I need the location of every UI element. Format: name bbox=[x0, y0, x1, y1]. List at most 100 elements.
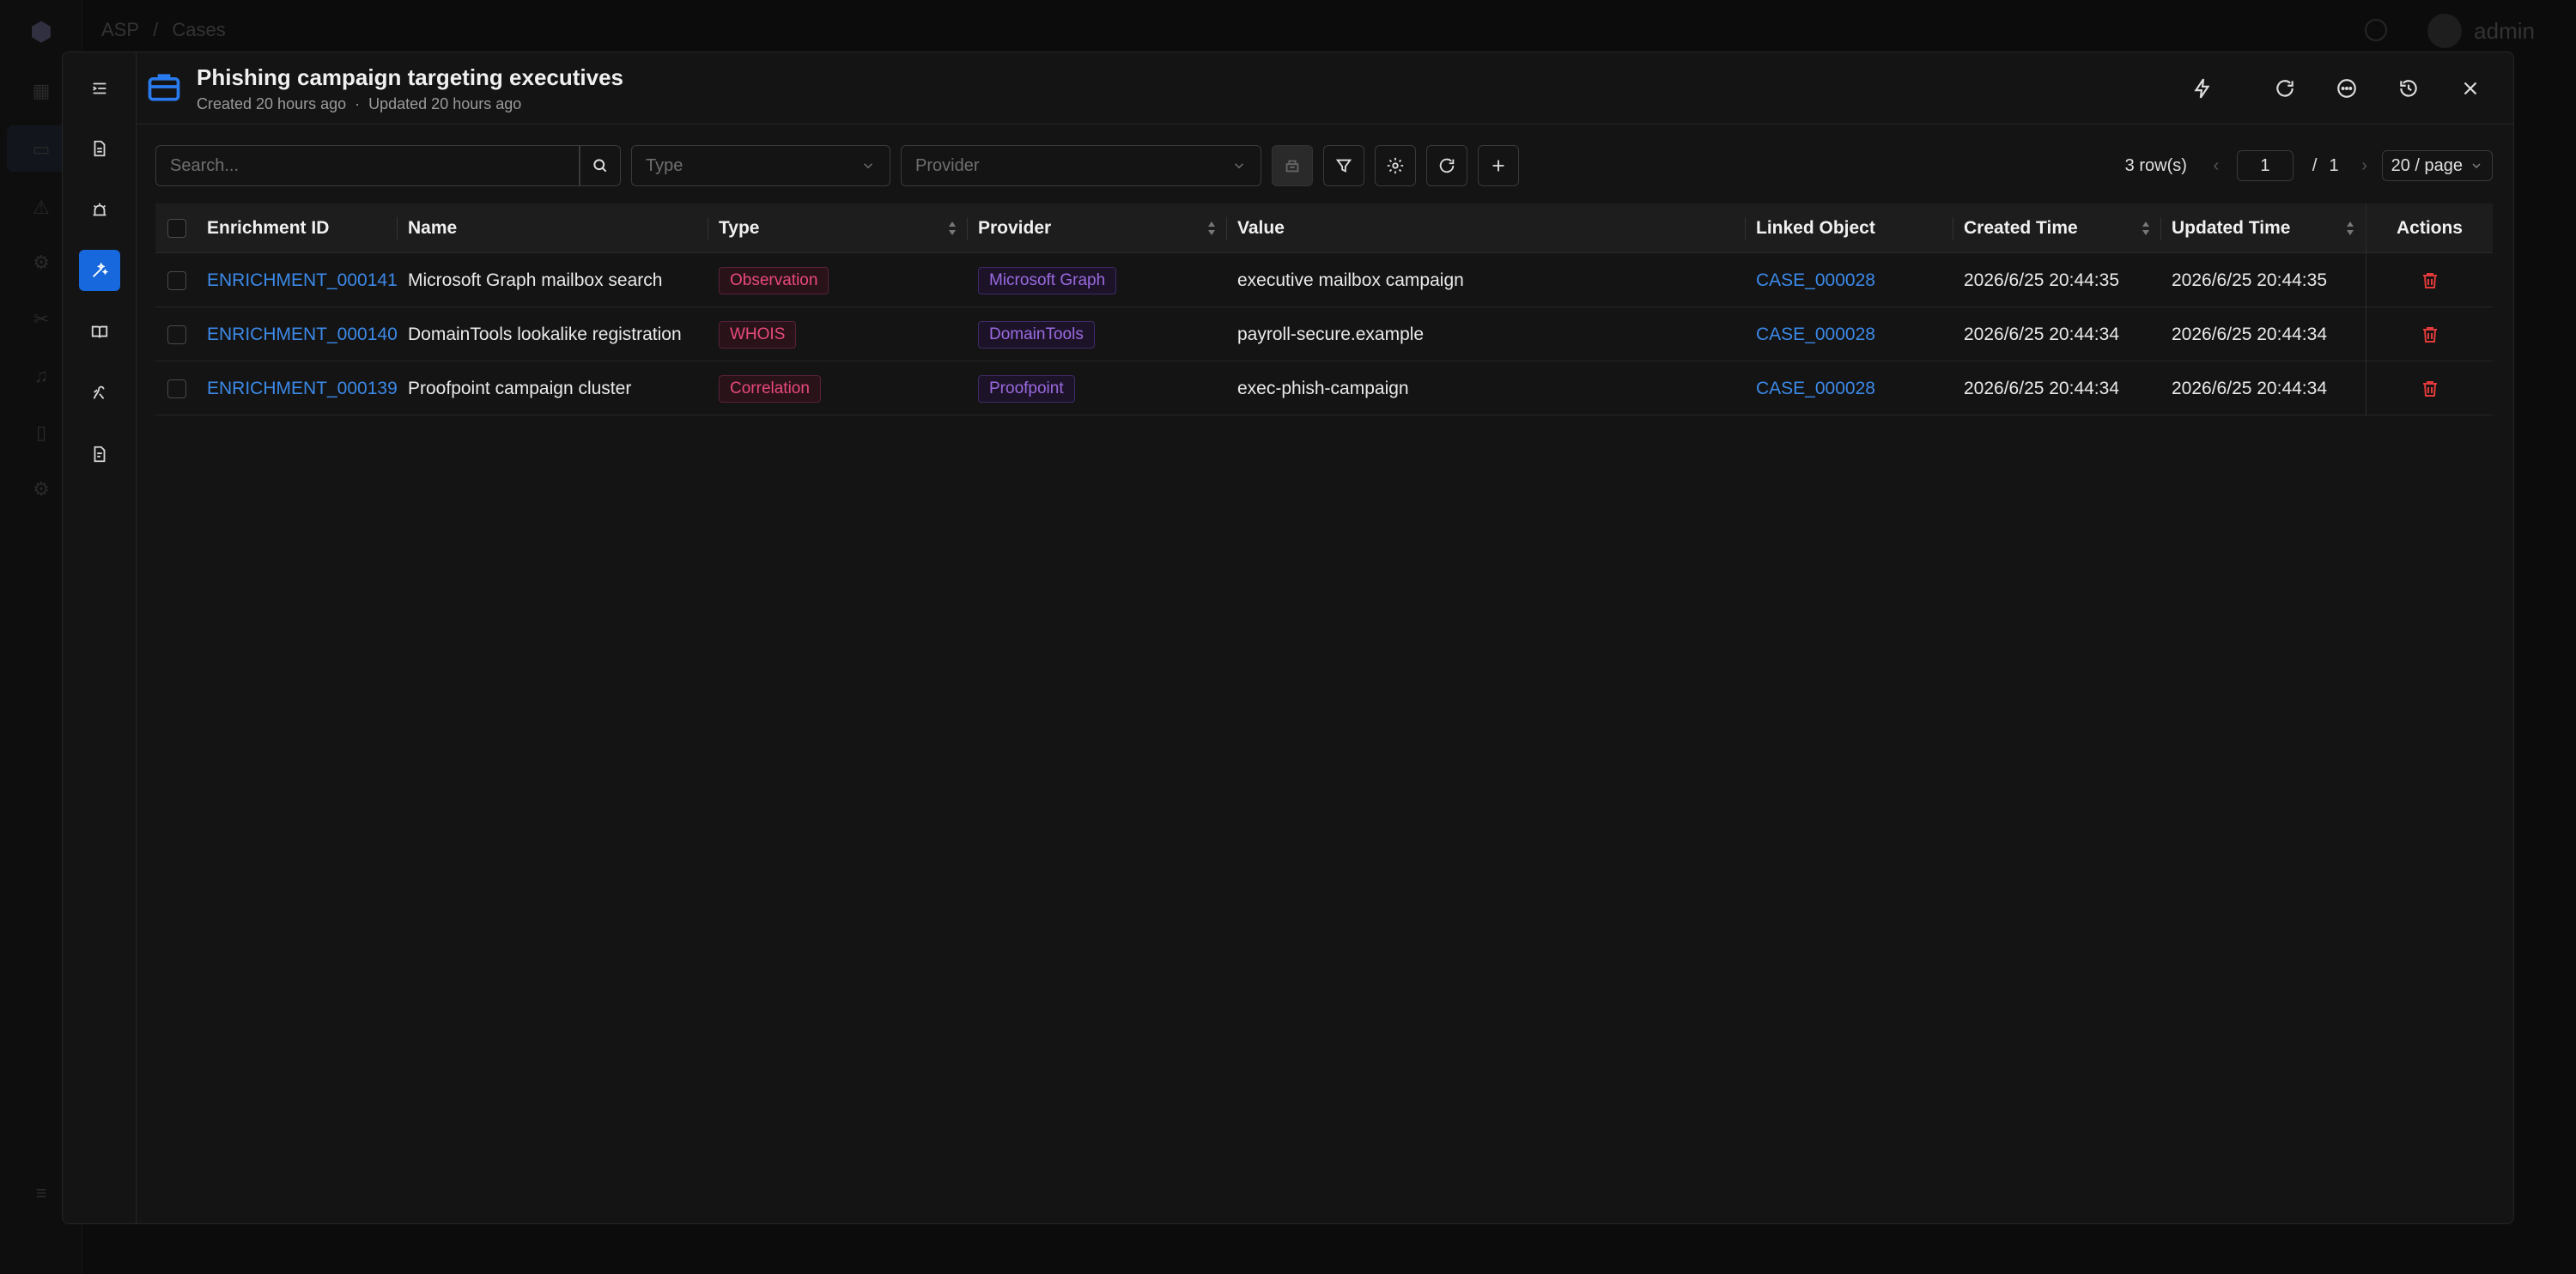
created-time: 2026/6/25 20:44:34 bbox=[1964, 378, 2120, 398]
collapse-menu-icon[interactable] bbox=[79, 68, 120, 109]
username: admin bbox=[2474, 17, 2535, 44]
briefcase-icon bbox=[145, 68, 183, 106]
provider-select-placeholder: Provider bbox=[915, 155, 980, 175]
search-input[interactable] bbox=[156, 146, 579, 185]
delete-icon[interactable] bbox=[2420, 270, 2440, 291]
reload-button[interactable] bbox=[1426, 145, 1467, 186]
alerts-icon: ⚠ bbox=[33, 197, 50, 218]
app-logo-icon: ⬢ bbox=[29, 18, 53, 46]
page-size-select[interactable]: 20 / page bbox=[2381, 150, 2493, 181]
breadcrumb-current: Cases bbox=[172, 19, 226, 40]
clear-filters-button[interactable] bbox=[1272, 145, 1313, 186]
cases-icon: ▭ bbox=[32, 138, 51, 160]
delete-icon[interactable] bbox=[2420, 379, 2440, 399]
sort-icon[interactable] bbox=[2345, 220, 2355, 237]
add-button[interactable] bbox=[1478, 145, 1519, 186]
enrichment-value: executive mailbox campaign bbox=[1237, 270, 1464, 290]
linked-object-link[interactable]: CASE_000028 bbox=[1756, 379, 1875, 399]
created-time: 2026/6/25 20:44:35 bbox=[1964, 270, 2120, 290]
history-icon[interactable] bbox=[2388, 70, 2429, 107]
enrichment-id-link[interactable]: ENRICHMENT_000141 bbox=[207, 270, 398, 291]
book-icon[interactable] bbox=[79, 312, 120, 353]
chevron-left-icon[interactable]: ‹ bbox=[2208, 156, 2225, 176]
sort-icon[interactable] bbox=[1206, 220, 1217, 237]
breadcrumb-separator: / bbox=[153, 19, 159, 40]
column-label: Type bbox=[719, 218, 760, 238]
row-count: 3 row(s) bbox=[2124, 155, 2187, 175]
alert-icon[interactable] bbox=[79, 190, 120, 231]
sort-icon[interactable] bbox=[2141, 220, 2151, 237]
pagination: 3 row(s) ‹ 1 / 1 › 20 / page bbox=[2125, 145, 2493, 186]
header-select-all[interactable] bbox=[155, 203, 197, 253]
row-checkbox[interactable] bbox=[167, 379, 186, 398]
refresh-icon[interactable] bbox=[2264, 70, 2306, 107]
enrichment-id-link[interactable]: ENRICHMENT_000140 bbox=[207, 325, 398, 345]
row-select[interactable] bbox=[155, 307, 197, 361]
sort-icon[interactable] bbox=[947, 220, 957, 237]
column-enrichment-id: Enrichment ID bbox=[197, 203, 398, 253]
case-modal: Phishing campaign targeting executives C… bbox=[62, 52, 2514, 1224]
type-select[interactable]: Type bbox=[631, 145, 890, 186]
bell-icon: ♫ bbox=[33, 365, 49, 386]
chat-icon[interactable] bbox=[2326, 70, 2367, 107]
gear-icon bbox=[1387, 157, 1404, 174]
enrichment-table: Enrichment ID Name Type Provider Value L… bbox=[155, 203, 2493, 416]
tools-icon: ✂ bbox=[33, 308, 50, 330]
enrichment-icon[interactable] bbox=[79, 250, 120, 291]
meta-separator: · bbox=[355, 95, 361, 112]
column-created-time[interactable]: Created Time bbox=[1953, 203, 2161, 253]
page-separator: / bbox=[2312, 155, 2318, 175]
type-tag: Correlation bbox=[719, 374, 821, 403]
filter-button[interactable] bbox=[1323, 145, 1364, 186]
search-button[interactable] bbox=[580, 145, 621, 186]
updated-time: 2026/6/25 20:44:34 bbox=[2172, 324, 2328, 344]
enrichment-name: DomainTools lookalike registration bbox=[408, 324, 682, 344]
row-checkbox[interactable] bbox=[167, 270, 186, 290]
provider-tag: Microsoft Graph bbox=[978, 266, 1117, 294]
help-icon bbox=[2365, 19, 2387, 41]
row-actions bbox=[2366, 361, 2493, 416]
enrichment-value: exec-phish-campaign bbox=[1237, 378, 1409, 398]
row-select[interactable] bbox=[155, 253, 197, 307]
created-text: Created 20 hours ago bbox=[197, 95, 347, 112]
linked-object-link[interactable]: CASE_000028 bbox=[1756, 270, 1875, 291]
column-updated-time[interactable]: Updated Time bbox=[2161, 203, 2366, 253]
table-row: ENRICHMENT_000140 DomainTools lookalike … bbox=[155, 307, 2493, 361]
delete-icon[interactable] bbox=[2420, 325, 2440, 345]
row-checkbox[interactable] bbox=[167, 325, 186, 344]
column-label: Actions bbox=[2396, 218, 2463, 238]
linked-object-link[interactable]: CASE_000028 bbox=[1756, 325, 1875, 345]
report-icon[interactable] bbox=[79, 434, 120, 475]
book-icon: ▯ bbox=[35, 422, 47, 443]
row-actions bbox=[2366, 307, 2493, 361]
breadcrumb-root: ASP bbox=[101, 19, 140, 40]
select-all-checkbox[interactable] bbox=[167, 219, 186, 238]
column-type[interactable]: Type bbox=[708, 203, 968, 253]
page-input[interactable]: 1 bbox=[2236, 150, 2293, 181]
column-value: Value bbox=[1227, 203, 1746, 253]
enrichment-name: Microsoft Graph mailbox search bbox=[408, 270, 663, 290]
column-provider[interactable]: Provider bbox=[968, 203, 1227, 253]
enrichment-id-link[interactable]: ENRICHMENT_000139 bbox=[207, 379, 398, 399]
provider-tag: Proofpoint bbox=[978, 374, 1075, 403]
provider-select[interactable]: Provider bbox=[901, 145, 1261, 186]
close-icon[interactable] bbox=[2450, 70, 2491, 107]
playbook-icon[interactable] bbox=[79, 372, 120, 413]
chevron-right-icon[interactable]: › bbox=[2356, 156, 2373, 176]
lightning-icon[interactable] bbox=[2182, 70, 2223, 107]
search-icon bbox=[593, 159, 607, 173]
table-row: ENRICHMENT_000141 Microsoft Graph mailbo… bbox=[155, 253, 2493, 307]
column-label: Value bbox=[1237, 218, 1285, 238]
row-select[interactable] bbox=[155, 361, 197, 416]
document-icon[interactable] bbox=[79, 128, 120, 169]
column-settings-button[interactable] bbox=[1375, 145, 1416, 186]
type-select-placeholder: Type bbox=[646, 155, 683, 175]
row-actions bbox=[2366, 253, 2493, 307]
case-meta: Created 20 hours ago · Updated 20 hours ag… bbox=[197, 95, 521, 113]
column-label: Name bbox=[408, 218, 458, 238]
column-linked-object: Linked Object bbox=[1746, 203, 1953, 253]
table-toolbar: Type Provider 3 row(s) ‹ 1 / 1 › bbox=[155, 145, 2493, 188]
chevron-down-icon bbox=[1234, 163, 1244, 169]
column-name: Name bbox=[398, 203, 708, 253]
modal-side-rail bbox=[63, 52, 137, 1223]
